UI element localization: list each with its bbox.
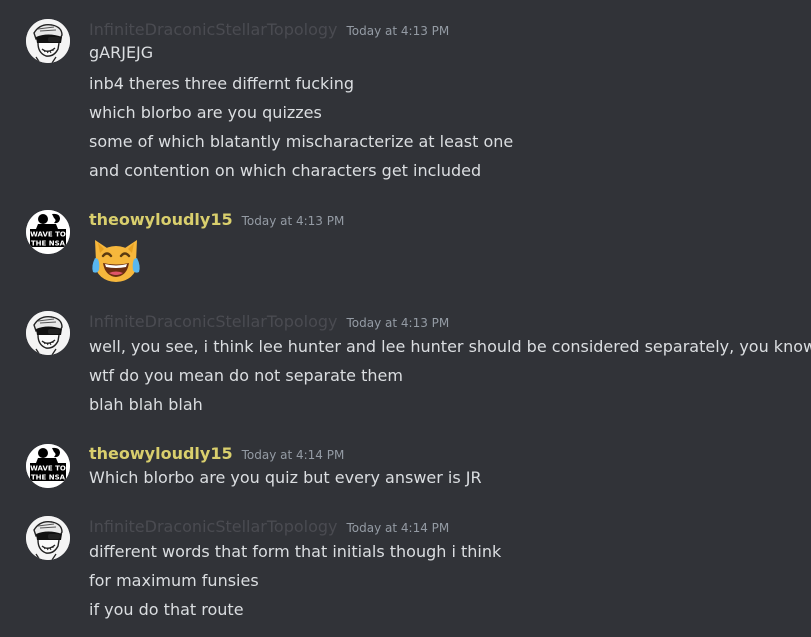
message-line: Which blorbo are you quiz but every answ… [89, 468, 482, 487]
avatar-text: THE NSA [31, 474, 66, 482]
cartoon-face-avatar-icon [26, 311, 70, 355]
cartoon-face-avatar-icon [26, 516, 70, 560]
message-line: well, you see, i think lee hunter and le… [89, 337, 811, 356]
timestamp[interactable]: Today at 4:14 PM [347, 517, 450, 539]
avatar[interactable]: WAVE TO THE NSA [26, 444, 70, 488]
chat-message-list: InfiniteDraconicStellarTopology Today at… [0, 0, 811, 637]
message-header: theowyloudly15 Today at 4:13 PM [89, 209, 344, 231]
message-line: inb4 theres three differnt fucking [89, 74, 355, 93]
message-line: gARJEJG [89, 43, 154, 62]
message-line: wtf do you mean do not separate them [89, 366, 403, 385]
joy-cat-emoji-icon[interactable] [89, 232, 143, 286]
username[interactable]: InfiniteDraconicStellarTopology [89, 516, 338, 538]
message-line: if you do that route [89, 600, 244, 619]
message-line: some of which blatantly mischaracterize … [89, 132, 514, 151]
message-line: different words that form that initials … [89, 542, 502, 561]
message-line: for maximum funsies [89, 571, 259, 590]
message-line: and contention on which characters get i… [89, 161, 482, 180]
message-line: which blorbo are you quizzes [89, 103, 322, 122]
avatar[interactable] [26, 516, 70, 560]
message-header: theowyloudly15 Today at 4:14 PM [89, 443, 344, 465]
timestamp[interactable]: Today at 4:14 PM [242, 444, 345, 466]
avatar[interactable] [26, 311, 70, 355]
username[interactable]: InfiniteDraconicStellarTopology [89, 19, 338, 41]
avatar[interactable]: WAVE TO THE NSA [26, 210, 70, 254]
message-header: InfiniteDraconicStellarTopology Today at… [89, 19, 449, 41]
timestamp[interactable]: Today at 4:13 PM [242, 210, 345, 232]
cartoon-face-avatar-icon [26, 19, 70, 63]
avatar-text: WAVE TO [30, 231, 66, 239]
timestamp[interactable]: Today at 4:13 PM [347, 312, 450, 334]
wave-to-the-nsa-avatar-icon: WAVE TO THE NSA [26, 210, 70, 254]
message-line: blah blah blah [89, 395, 203, 414]
message-header: InfiniteDraconicStellarTopology Today at… [89, 516, 449, 538]
timestamp[interactable]: Today at 4:13 PM [347, 20, 450, 42]
wave-to-the-nsa-avatar-icon: WAVE TO THE NSA [26, 444, 70, 488]
avatar[interactable] [26, 19, 70, 63]
avatar-text: WAVE TO [30, 465, 66, 473]
username[interactable]: theowyloudly15 [89, 209, 233, 231]
avatar-text: THE NSA [31, 240, 66, 248]
username[interactable]: InfiniteDraconicStellarTopology [89, 311, 338, 333]
message-header: InfiniteDraconicStellarTopology Today at… [89, 311, 449, 333]
username[interactable]: theowyloudly15 [89, 443, 233, 465]
